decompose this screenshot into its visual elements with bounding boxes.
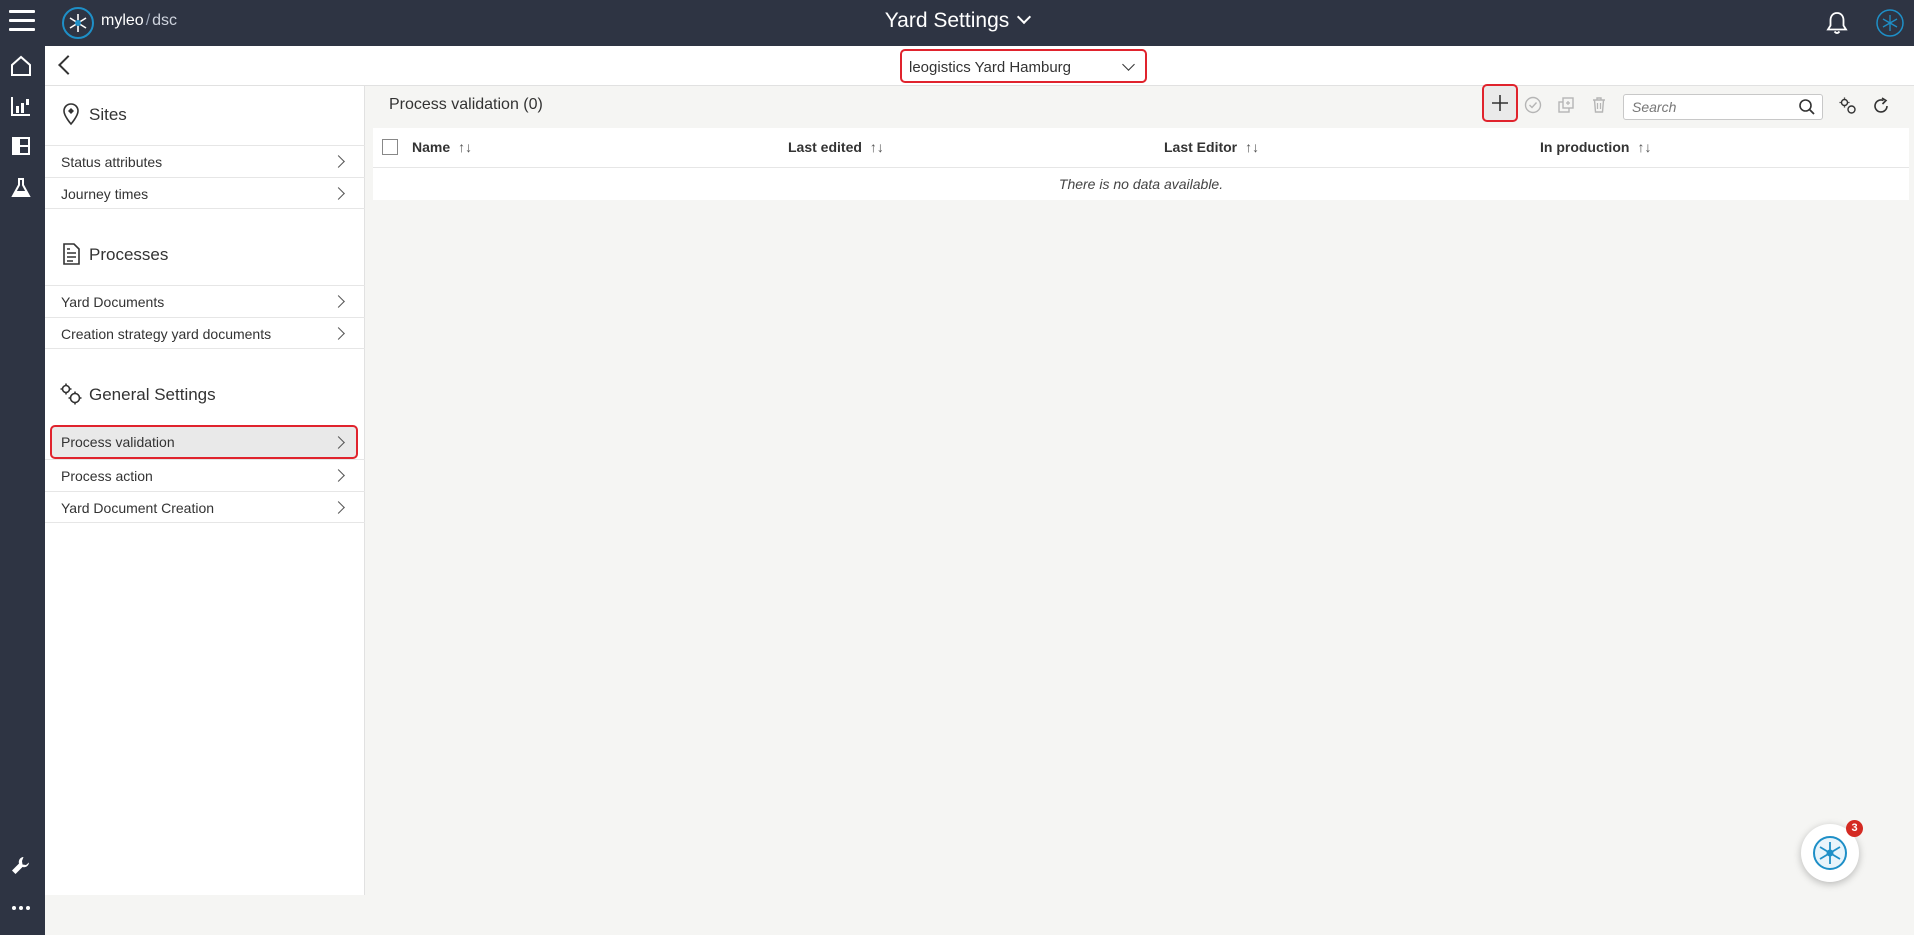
lab-flask-icon[interactable] (9, 176, 33, 200)
sort-icon: ↑↓ (1245, 139, 1260, 155)
chevron-right-icon (332, 501, 345, 514)
sort-icon: ↑↓ (1637, 139, 1652, 155)
section-sites: Sites (59, 100, 349, 130)
settings-sidebar: Sites Status attributes Journey times Pr… (45, 86, 365, 895)
back-arrow-icon[interactable] (58, 55, 78, 75)
chevron-right-icon (332, 327, 345, 340)
user-avatar-icon[interactable] (1876, 9, 1904, 37)
settings-gears-icon[interactable] (1838, 96, 1858, 116)
sidebar-item-process-action[interactable]: Process action (45, 459, 365, 491)
chevron-right-icon (332, 295, 345, 308)
column-header-last-editor[interactable]: Last Editor ↑↓ (1164, 139, 1259, 155)
sub-header: leogistics Yard Hamburg (45, 46, 1914, 86)
plus-icon (1492, 95, 1508, 111)
chevron-right-icon (332, 436, 345, 449)
section-general-settings: General Settings (59, 380, 349, 410)
gears-icon (60, 383, 82, 405)
chevron-down-icon (1122, 58, 1135, 71)
document-icon (63, 243, 80, 265)
sidebar-item-creation-strategy[interactable]: Creation strategy yard documents (45, 317, 365, 349)
add-button[interactable] (1482, 84, 1518, 122)
notification-badge: 3 (1846, 820, 1863, 837)
page-title[interactable]: Yard Settings (0, 9, 1914, 33)
wrench-icon[interactable] (9, 854, 33, 878)
analytics-icon[interactable] (9, 94, 33, 118)
sidebar-item-yard-document-creation[interactable]: Yard Document Creation (45, 491, 365, 523)
sort-icon: ↑↓ (458, 139, 473, 155)
dashboard-icon[interactable] (9, 134, 33, 158)
sort-icon: ↑↓ (869, 139, 884, 155)
sidebar-item-process-validation[interactable]: Process validation (50, 425, 358, 459)
chevron-down-icon (1017, 9, 1032, 25)
sidebar-item-label: Yard Document Creation (61, 500, 215, 516)
empty-message: There is no data available. (1058, 176, 1224, 192)
more-options-icon[interactable] (9, 896, 33, 920)
left-rail (0, 46, 45, 935)
chevron-right-icon (332, 187, 345, 200)
map-pin-icon (63, 103, 79, 126)
sidebar-item-status-attributes[interactable]: Status attributes (45, 145, 365, 177)
duplicate-icon[interactable] (1556, 95, 1576, 115)
assistant-icon (1813, 836, 1847, 870)
column-label: Name (412, 139, 451, 155)
top-bar: myleo / dsc Yard Settings (0, 0, 1914, 46)
refresh-icon[interactable] (1871, 96, 1891, 116)
section-title-general-settings: General Settings (89, 385, 216, 404)
section-processes: Processes (59, 240, 349, 270)
search-icon[interactable] (1798, 98, 1816, 116)
sidebar-item-label: Journey times (61, 186, 149, 202)
column-label: In production (1540, 139, 1630, 155)
trash-icon[interactable] (1589, 95, 1609, 115)
list-title: Process validation (0) (389, 96, 543, 113)
select-all-checkbox[interactable] (382, 139, 398, 155)
search-input[interactable] (1624, 95, 1789, 119)
sidebar-item-label: Process validation (61, 434, 175, 450)
section-title-sites: Sites (89, 105, 127, 124)
sidebar-item-label: Process action (61, 468, 153, 484)
column-label: Last edited (788, 139, 862, 155)
check-circle-icon[interactable] (1523, 95, 1543, 115)
table-header: Name ↑↓ Last edited ↑↓ Last Editor ↑↓ In pr… (373, 128, 1909, 168)
home-icon[interactable] (9, 54, 33, 78)
search-box (1623, 94, 1823, 120)
page-title-text: Yard Settings (884, 9, 1010, 32)
section-title-processes: Processes (89, 245, 169, 264)
column-header-in-production[interactable]: In production ↑↓ (1540, 139, 1651, 155)
chevron-right-icon (332, 155, 345, 168)
column-header-name[interactable]: Name ↑↓ (412, 139, 472, 155)
column-header-last-edited[interactable]: Last edited ↑↓ (788, 139, 884, 155)
sidebar-item-label: Status attributes (61, 154, 163, 170)
site-selector[interactable]: leogistics Yard Hamburg (900, 49, 1147, 83)
data-table: Name ↑↓ Last edited ↑↓ Last Editor ↑↓ In pr… (373, 128, 1909, 200)
bell-icon[interactable] (1824, 10, 1850, 36)
sidebar-item-label: Yard Documents (61, 294, 165, 310)
site-selector-label: leogistics Yard Hamburg (909, 59, 1072, 76)
sidebar-item-label: Creation strategy yard documents (61, 326, 272, 342)
column-label: Last Editor (1164, 139, 1238, 155)
sidebar-item-journey-times[interactable]: Journey times (45, 177, 365, 209)
sidebar-item-yard-documents[interactable]: Yard Documents (45, 285, 365, 317)
chevron-right-icon (332, 469, 345, 482)
